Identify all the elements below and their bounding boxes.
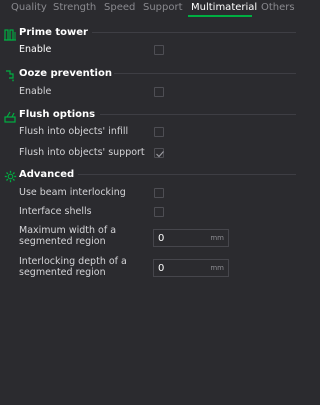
max-width-input[interactable]: 0 mm [153,229,229,247]
active-tab-indicator [188,15,252,17]
section-title: Ooze prevention [19,67,112,79]
max-width-value: 0 [158,232,165,244]
section-divider [114,73,296,74]
tab-bar: Quality Strength Speed Support Multimate… [0,0,300,17]
interface-shells-checkbox[interactable] [154,207,164,217]
tab-support[interactable]: Support [143,0,183,14]
max-width-label-line2: segmented region [19,236,106,247]
interlocking-depth-input[interactable]: 0 mm [153,259,229,277]
interlocking-depth-label-line2: segmented region [19,267,106,278]
flush-infill-checkbox[interactable] [154,127,164,137]
section-prime-tower: Prime tower [4,24,296,41]
beam-interlocking-checkbox[interactable] [154,188,164,198]
section-flush-options: Flush options [4,106,296,123]
tab-speed[interactable]: Speed [104,0,135,14]
flush-support-label: Flush into objects' support [19,147,145,158]
section-divider [92,32,296,33]
section-advanced: Advanced [4,166,296,182]
prime-tower-enable-checkbox[interactable] [154,45,164,55]
checkmark-icon [156,151,164,158]
beam-interlocking-label: Use beam interlocking [19,187,126,198]
ooze-prevention-enable-checkbox[interactable] [154,87,164,97]
max-width-unit: mm [210,234,224,242]
section-title: Flush options [19,108,96,120]
flush-infill-label: Flush into objects' infill [19,126,129,137]
section-divider [100,114,296,115]
ooze-prevention-icon [4,67,17,81]
interface-shells-label: Interface shells [19,206,92,217]
section-title: Advanced [19,168,75,180]
prime-tower-enable-label: Enable [19,44,52,55]
tab-quality[interactable]: Quality [11,0,47,14]
prime-tower-icon [4,26,17,41]
tab-strength[interactable]: Strength [53,0,96,14]
interlocking-depth-unit: mm [210,264,224,272]
tab-multimaterial[interactable]: Multimaterial [191,0,257,14]
interlocking-depth-value: 0 [158,262,165,274]
gear-icon [4,168,17,182]
flush-options-icon [4,108,17,123]
tab-others[interactable]: Others [261,0,295,14]
section-divider [78,174,296,175]
section-ooze-prevention: Ooze prevention [4,65,296,81]
section-title: Prime tower [19,26,88,38]
ooze-prevention-enable-label: Enable [19,86,52,97]
flush-support-checkbox[interactable] [154,148,164,158]
